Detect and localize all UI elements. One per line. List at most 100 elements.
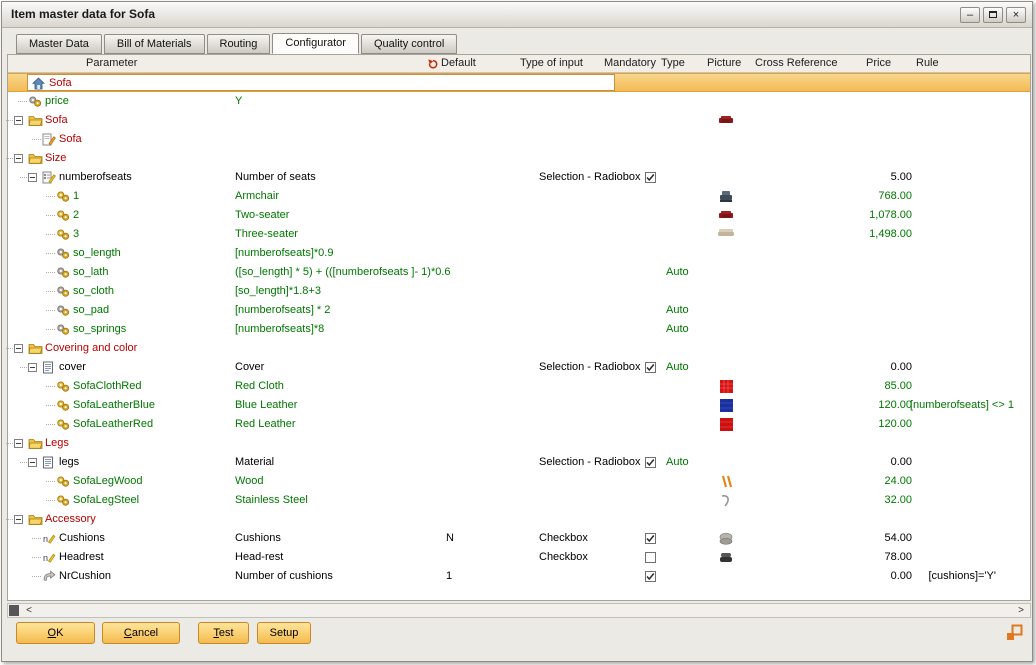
tree-collapse-expander[interactable] (28, 363, 37, 372)
horizontal-scrollbar[interactable]: < > (7, 603, 1031, 618)
table-row[interactable]: coverCoverSelection - RadioboxAuto0.00 (8, 358, 1030, 377)
table-row[interactable]: so_springs[numberofseats]*8Auto (8, 320, 1030, 339)
price-cell: 120.00 (824, 415, 912, 434)
table-row[interactable]: SofaLegWoodWood24.00 (8, 472, 1030, 491)
gears-gold-icon (56, 228, 70, 241)
picture-armchair (704, 187, 748, 206)
table-row[interactable]: SofaClothRedRed Cloth85.00 (8, 377, 1030, 396)
parameter-name: so_springs (73, 320, 126, 339)
table-row[interactable]: so_pad[numberofseats] * 2Auto (8, 301, 1030, 320)
table-row[interactable]: nCushionsCushionsNCheckbox54.00 (8, 529, 1030, 548)
price-cell (824, 92, 912, 111)
table-row[interactable]: SofaLeatherRedRed Leather120.00 (8, 415, 1030, 434)
tree-collapse-expander[interactable] (14, 515, 23, 524)
description-cell: Cushions (235, 529, 281, 548)
picture-cell (704, 73, 748, 92)
tree-collapse-expander[interactable] (14, 439, 23, 448)
price-cell: 85.00 (824, 377, 912, 396)
table-row[interactable]: Legs (8, 434, 1030, 453)
table-row[interactable]: so_lath([so_length] * 5) + (([numberofse… (8, 263, 1030, 282)
page-edit-icon (42, 133, 56, 146)
test-button[interactable]: Test (198, 622, 249, 644)
parameter-name: Legs (45, 434, 69, 453)
gears-gold-icon (56, 190, 70, 203)
cancel-button[interactable]: Cancel (102, 622, 180, 644)
description-cell: Red Cloth (235, 377, 284, 396)
table-row[interactable]: NrCushionNumber of cushions10.00[cushion… (8, 567, 1030, 586)
mandatory-checkbox[interactable] (639, 168, 661, 187)
mandatory-checkbox (639, 339, 661, 358)
table-row[interactable]: Sofa (8, 111, 1030, 130)
description-cell: Number of cushions (235, 567, 333, 586)
scroll-right-button[interactable]: > (1013, 604, 1029, 617)
table-row[interactable]: legsMaterialSelection - RadioboxAuto0.00 (8, 453, 1030, 472)
gears-icon (56, 323, 70, 336)
table-row[interactable]: SofaLegSteelStainless Steel32.00 (8, 491, 1030, 510)
form-resize-icon[interactable] (1006, 624, 1024, 642)
table-row[interactable]: 3Three-seater1,498.00 (8, 225, 1030, 244)
table-row[interactable]: 1Armchair768.00 (8, 187, 1030, 206)
selected-parameter-cell[interactable]: Sofa (27, 74, 615, 91)
tab-master-data[interactable]: Master Data (16, 34, 102, 54)
type-cell: Auto (666, 301, 689, 320)
mandatory-checkbox (639, 434, 661, 453)
tab-quality-control[interactable]: Quality control (361, 34, 457, 54)
gears-icon (56, 304, 70, 317)
picture-sofa-red (704, 206, 748, 225)
gears-gold-icon (56, 399, 70, 412)
rule-cell (910, 92, 996, 111)
tree-collapse-expander[interactable] (14, 344, 23, 353)
price-cell (824, 130, 912, 149)
maximize-button[interactable] (983, 7, 1003, 23)
window-title: Item master data for Sofa (11, 7, 155, 21)
price-cell: 768.00 (824, 187, 912, 206)
tree-collapse-expander[interactable] (28, 173, 37, 182)
table-row[interactable]: 2Two-seater1,078.00 (8, 206, 1030, 225)
table-row[interactable]: so_length[numberofseats]*0.9 (8, 244, 1030, 263)
table-row[interactable]: SofaLeatherBlueBlue Leather120.00[number… (8, 396, 1030, 415)
mandatory-checkbox[interactable] (639, 529, 661, 548)
table-row[interactable]: Size (8, 149, 1030, 168)
minimize-button[interactable]: – (960, 7, 980, 23)
tree-collapse-expander[interactable] (28, 458, 37, 467)
table-row[interactable]: Covering and color (8, 339, 1030, 358)
mandatory-checkbox[interactable] (639, 358, 661, 377)
parameter-name: Sofa (49, 75, 72, 91)
table-row[interactable]: nHeadrestHead-restCheckbox78.00 (8, 548, 1030, 567)
parameter-name: 3 (73, 225, 79, 244)
parameter-name: Cushions (59, 529, 105, 548)
price-cell (824, 149, 912, 168)
parameter-name: Covering and color (45, 339, 137, 358)
table-row[interactable]: Sofa (8, 73, 1030, 92)
mandatory-checkbox[interactable] (639, 567, 661, 586)
description-cell: [numberofseats]*8 (235, 320, 324, 339)
table-row[interactable]: Accessory (8, 510, 1030, 529)
parameter-name: legs (59, 453, 79, 472)
mandatory-checkbox[interactable] (639, 548, 661, 567)
rule-cell (910, 320, 996, 339)
tree-collapse-expander[interactable] (14, 154, 23, 163)
rule-cell (910, 548, 996, 567)
setup-button[interactable]: Setup (257, 622, 311, 644)
mandatory-checkbox (639, 377, 661, 396)
scroll-left-button[interactable]: < (21, 604, 37, 617)
close-button[interactable]: × (1006, 7, 1026, 23)
tab-configurator[interactable]: Configurator (272, 33, 359, 54)
price-cell (824, 111, 912, 130)
table-row[interactable]: Sofa (8, 130, 1030, 149)
mandatory-checkbox[interactable] (639, 453, 661, 472)
rule-cell (910, 111, 996, 130)
page-lines-icon (42, 361, 55, 374)
picture-cell (704, 453, 748, 472)
tree-collapse-expander[interactable] (14, 116, 23, 125)
scroll-thumb[interactable] (9, 605, 19, 616)
tab-bill-of-materials[interactable]: Bill of Materials (104, 34, 205, 54)
tab-routing[interactable]: Routing (207, 34, 271, 54)
table-row[interactable]: numberofseatsNumber of seatsSelection - … (8, 168, 1030, 187)
table-row[interactable]: priceY (8, 92, 1030, 111)
price-cell (824, 244, 912, 263)
ok-button[interactable]: OK (16, 622, 95, 644)
picture-cell (704, 168, 748, 187)
mandatory-checkbox (639, 187, 661, 206)
table-row[interactable]: so_cloth[so_length]*1.8+3 (8, 282, 1030, 301)
